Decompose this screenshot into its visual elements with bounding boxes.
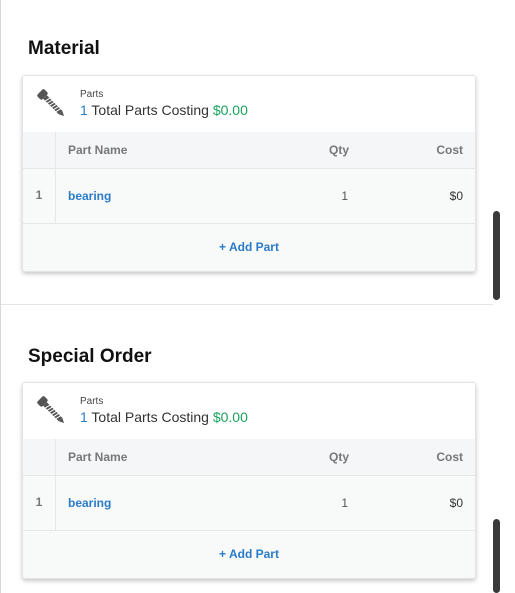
parts-card-header: Parts 1 Total Parts Costing $0.00 [23,76,475,132]
parts-table-header: Part Name Qty Cost [23,439,475,476]
table-row: 1 bearing 1 $0 [23,476,475,531]
special-order-section: Special Order Parts 1 Total Parts Costin… [1,306,493,593]
parts-table-header: Part Name Qty Cost [23,132,475,169]
section-title: Material [28,38,100,59]
screw-icon [37,89,65,117]
parts-count: 1 [80,102,88,118]
column-header-cost[interactable]: Cost [436,143,463,157]
parts-label: Parts [80,89,104,100]
table-row: 1 bearing 1 $0 [23,169,475,224]
parts-card: Parts 1 Total Parts Costing $0.00 Part N… [22,382,476,579]
part-cost: $0 [449,496,463,510]
parts-summary: 1 Total Parts Costing $0.00 [80,102,248,118]
part-name-link[interactable]: bearing [68,189,111,203]
screw-icon [37,396,65,424]
part-cost: $0 [449,189,463,203]
parts-summary: 1 Total Parts Costing $0.00 [80,409,248,425]
parts-card: Parts 1 Total Parts Costing $0.00 Part N… [22,75,476,272]
section-title: Special Order [28,346,152,367]
column-header-qty[interactable]: Qty [329,143,349,157]
total-cost: $0.00 [212,102,248,118]
material-section: Material Parts 1 Total Parts Costing $0.… [1,0,493,305]
scrollbar-thumb[interactable] [493,519,500,593]
total-cost: $0.00 [212,409,248,425]
index-column-divider [23,439,56,475]
part-name-link[interactable]: bearing [68,496,111,510]
parts-card-header: Parts 1 Total Parts Costing $0.00 [23,383,475,439]
parts-label: Parts [80,396,104,407]
part-qty: 1 [341,189,348,203]
scrollbar-thumb[interactable] [493,211,500,300]
summary-text: Total Parts Costing [87,409,213,425]
row-number: 1 [35,188,43,202]
row-number: 1 [35,495,43,509]
index-column-divider [23,132,56,168]
column-header-qty[interactable]: Qty [329,450,349,464]
add-part-button[interactable]: + Add Part [219,240,279,254]
add-part-row: + Add Part [23,224,475,271]
add-part-row: + Add Part [23,531,475,578]
summary-text: Total Parts Costing [87,102,213,118]
column-header-part-name[interactable]: Part Name [68,450,127,464]
parts-count: 1 [80,409,88,425]
add-part-button[interactable]: + Add Part [219,547,279,561]
part-qty: 1 [341,496,348,510]
column-header-part-name[interactable]: Part Name [68,143,127,157]
column-header-cost[interactable]: Cost [436,450,463,464]
